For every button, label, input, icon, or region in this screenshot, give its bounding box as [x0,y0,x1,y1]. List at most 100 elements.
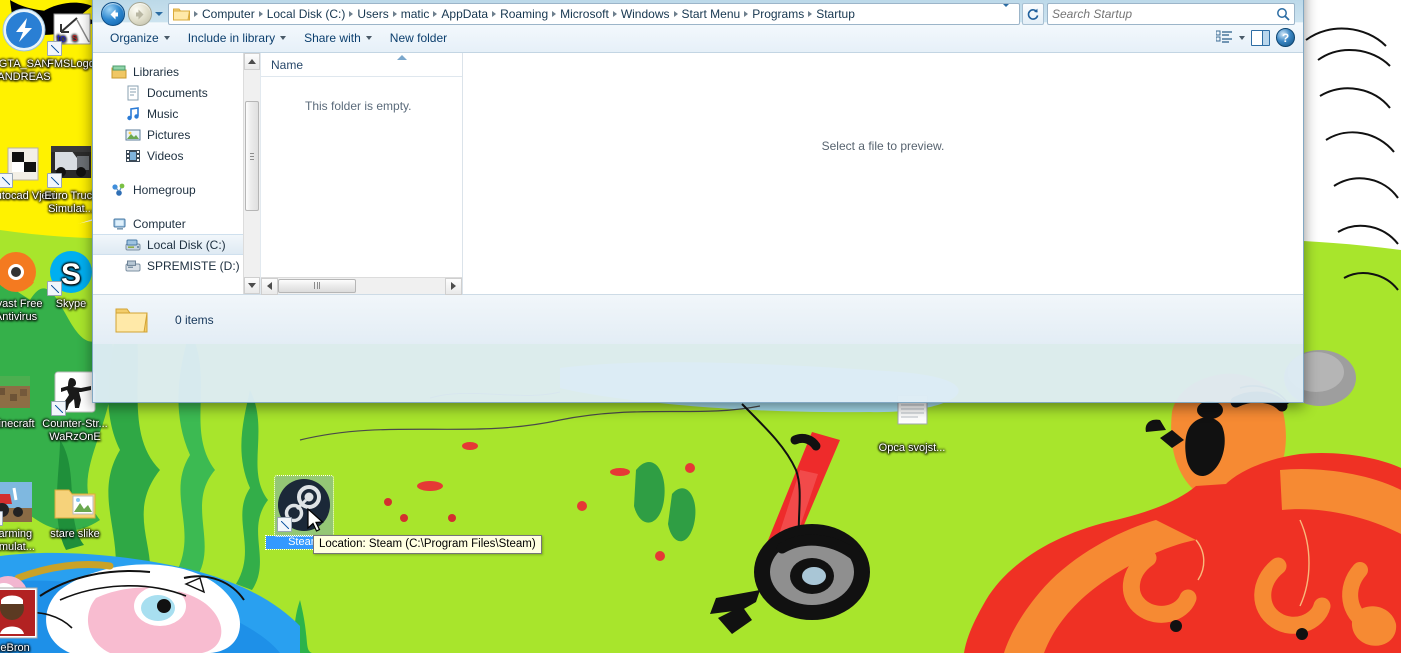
photo-folder-icon [51,478,99,526]
arrow-down-icon [248,283,256,288]
forward-button[interactable] [128,2,152,26]
organize-label: Organize [110,30,159,45]
help-button[interactable]: ? [1276,28,1295,47]
scroll-down-button[interactable] [244,277,260,294]
shortcut-overlay-icon [0,173,13,188]
breadcrumb-item-local-disk[interactable]: Local Disk (C:) [264,5,349,23]
pictures-icon [125,127,141,143]
breadcrumb-item-windows[interactable]: Windows [618,5,673,23]
breadcrumb-item-appdata[interactable]: AppData [438,5,491,23]
breadcrumb-item-start-menu[interactable]: Start Menu [679,5,744,23]
chevron-down-icon [154,12,163,16]
arrow-right-icon [451,282,456,290]
breadcrumb-item-roaming[interactable]: Roaming [497,5,551,23]
explorer-window[interactable]: Computer Local Disk (C:) Users matic App… [92,0,1304,403]
nav-item-label: Music [147,106,179,121]
file-list-pane[interactable]: Name This folder is empty. [261,53,463,295]
nav-item-local-disk-c[interactable]: Local Disk (C:) [93,234,260,255]
organize-button[interactable]: Organize [101,27,179,49]
file-list-horizontal-scrollbar[interactable] [261,277,462,295]
breadcrumb-separator [258,11,263,17]
breadcrumb-separator [808,11,813,17]
folder-icon [115,305,149,335]
column-header-row[interactable]: Name [261,53,462,77]
search-icon [1276,7,1290,21]
desktop-icon-stare-slike[interactable]: stare slike [37,478,113,541]
scrollbar-thumb[interactable] [278,278,356,293]
desktop-icon-lebron[interactable]: LeBron [0,586,50,653]
nav-item-videos[interactable]: Videos [93,145,260,166]
preview-pane: Select a file to preview. [463,53,1303,294]
desktop-icon-label: Opca svojst... [878,442,946,454]
nav-item-label: Videos [147,148,184,163]
homegroup-icon [111,182,127,198]
scroll-right-button[interactable] [445,277,462,295]
nav-item-computer[interactable]: Computer [93,213,260,234]
view-options-dropdown-icon[interactable] [1239,35,1245,40]
window-body: Libraries Documents Music Pictures Video… [93,53,1303,295]
navigation-pane[interactable]: Libraries Documents Music Pictures Video… [93,53,261,294]
breadcrumb-separator [194,11,198,17]
breadcrumb-item-matic[interactable]: matic [398,5,433,23]
shortcut-overlay-icon [0,511,3,526]
address-bar-row[interactable]: Computer Local Disk (C:) Users matic App… [93,0,1303,29]
nav-item-spremiste-d[interactable]: SPREMISTE (D:) [93,255,260,276]
back-button[interactable] [101,2,125,26]
include-in-library-button[interactable]: Include in library [179,27,295,49]
command-bar-right[interactable]: ? [1215,28,1295,47]
search-input[interactable] [1052,7,1276,21]
videos-icon [125,148,141,164]
svg-text:s: s [72,32,78,44]
scroll-left-button[interactable] [261,277,278,295]
nav-item-libraries[interactable]: Libraries [93,61,260,82]
breadcrumb-item-users[interactable]: Users [354,5,391,23]
scrollbar-thumb[interactable] [245,101,259,211]
breadcrumb-item-programs[interactable]: Programs [749,5,807,23]
desktop-icon-label: LeBron [0,642,30,653]
scrollbar-track[interactable] [278,278,445,295]
navigation-pane-scrollbar[interactable] [243,53,260,294]
shortcut-overlay-icon [47,173,62,188]
preview-pane-icon[interactable] [1251,29,1270,46]
sort-ascending-icon [397,55,407,60]
item-count-label: 0 items [175,312,214,327]
scroll-up-button[interactable] [244,53,260,70]
breadcrumb-dropdown-button[interactable] [998,4,1017,21]
nav-item-homegroup[interactable]: Homegroup [93,179,260,200]
nav-item-pictures[interactable]: Pictures [93,124,260,145]
view-options-icon[interactable] [1215,30,1233,46]
preview-message: Select a file to preview. [821,139,945,153]
arrow-left-icon [267,282,272,290]
documents-icon [125,85,141,101]
recent-pages-button[interactable] [152,4,165,24]
folder-icon [173,7,191,21]
tooltip: Location: Steam (C:\Program Files\Steam) [313,535,542,554]
arrow-up-icon [248,59,256,64]
nav-item-music[interactable]: Music [93,103,260,124]
share-with-button[interactable]: Share with [295,27,381,49]
breadcrumb[interactable]: Computer Local Disk (C:) Users matic App… [168,3,1020,25]
chevron-down-icon [163,35,170,40]
window-titlebar[interactable]: Computer Local Disk (C:) Users matic App… [93,0,1303,26]
svg-text:S: S [61,258,81,291]
nav-item-label: Documents [147,85,208,100]
shortcut-overlay-icon [47,41,62,56]
new-folder-button[interactable]: New folder [381,27,456,49]
new-folder-label: New folder [389,30,448,45]
farming-icon [0,478,36,526]
music-icon [125,106,141,122]
nav-item-label: Libraries [133,64,180,79]
breadcrumb-item-computer[interactable]: Computer [199,5,258,23]
breadcrumb-item-microsoft[interactable]: Microsoft [557,5,612,23]
column-header-name[interactable]: Name [271,58,303,72]
breadcrumb-item-startup[interactable]: Startup [813,5,858,23]
computer-icon [111,216,127,232]
fmslogo-icon: to s [47,8,95,56]
nav-item-label: Local Disk (C:) [147,237,226,252]
search-box[interactable] [1047,3,1295,25]
nav-item-label: Pictures [147,127,191,142]
refresh-button[interactable] [1022,3,1044,25]
nav-item-documents[interactable]: Documents [93,82,260,103]
